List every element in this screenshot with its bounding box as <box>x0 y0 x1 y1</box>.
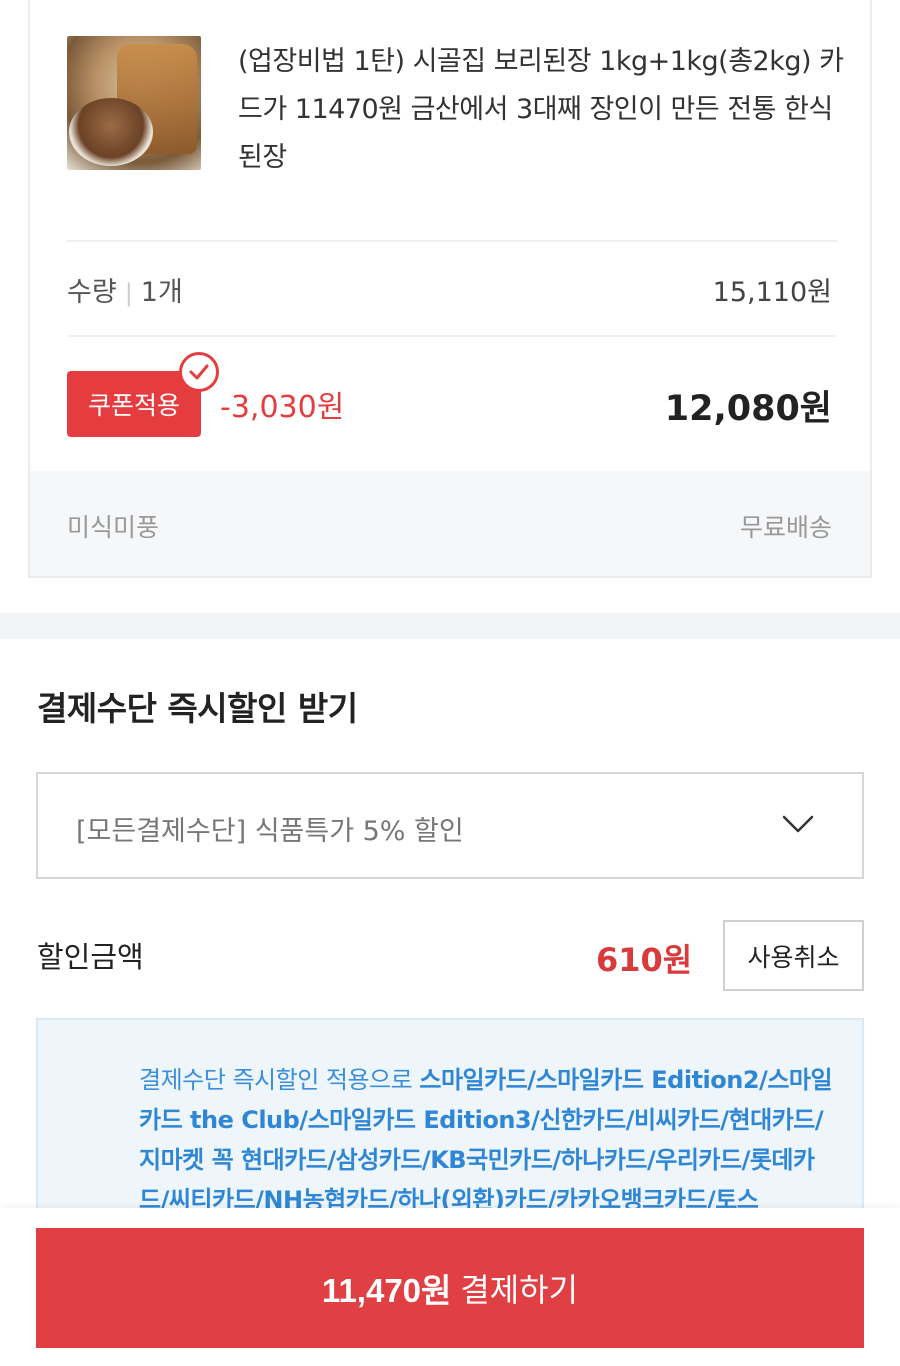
product-card: (업장비법 1탄) 시골집 보리된장 1kg+1kg(총2kg) 카드가 114… <box>28 0 872 578</box>
coupon-discount: -3,030원 <box>220 390 345 425</box>
payment-discount-select[interactable]: [모든결제수단] 식품특가 5% 할인 <box>36 772 864 879</box>
section-title: 결제수단 즉시할인 받기 <box>37 689 358 728</box>
product-title[interactable]: (업장비법 1탄) 시골집 보리된장 1kg+1kg(총2kg) 카드가 114… <box>238 38 848 182</box>
chevron-down-icon <box>782 815 814 833</box>
quantity-value: 1개 <box>140 277 183 308</box>
divider <box>67 335 837 337</box>
doenjang-bowl-image <box>69 98 153 166</box>
section-divider <box>0 613 900 639</box>
info-text: 결제수단 즉시할인 적용으로 스마일카드/스마일카드 Edition2/스마일카… <box>139 1060 839 1220</box>
original-price: 15,110원 <box>712 277 832 308</box>
selected-option: [모든결제수단] 식품특가 5% 할인 <box>76 816 464 847</box>
pay-button[interactable]: 11,470원 결제하기 <box>36 1228 864 1348</box>
bottom-bar: 11,470원 결제하기 <box>0 1208 900 1366</box>
info-prefix: 결제수단 즉시할인 적용으로 <box>139 1066 420 1094</box>
discount-amount: 610원 <box>596 941 693 979</box>
divider <box>67 240 837 242</box>
final-price: 12,080원 <box>664 389 832 429</box>
product-thumbnail[interactable] <box>67 36 201 170</box>
pay-label: 결제하기 <box>451 1272 579 1308</box>
cancel-discount-button[interactable]: 사용취소 <box>723 920 864 991</box>
quantity-label: 수량 <box>67 277 117 308</box>
seller-name[interactable]: 미식미풍 <box>67 508 159 544</box>
pay-amount: 11,470원 <box>321 1272 452 1309</box>
shipping-fee: 무료배송 <box>739 513 832 542</box>
check-icon <box>179 352 219 392</box>
separator: | <box>124 279 133 307</box>
discount-label: 할인금액 <box>37 940 144 974</box>
quantity-row: 수량 | 1개 <box>67 270 183 309</box>
